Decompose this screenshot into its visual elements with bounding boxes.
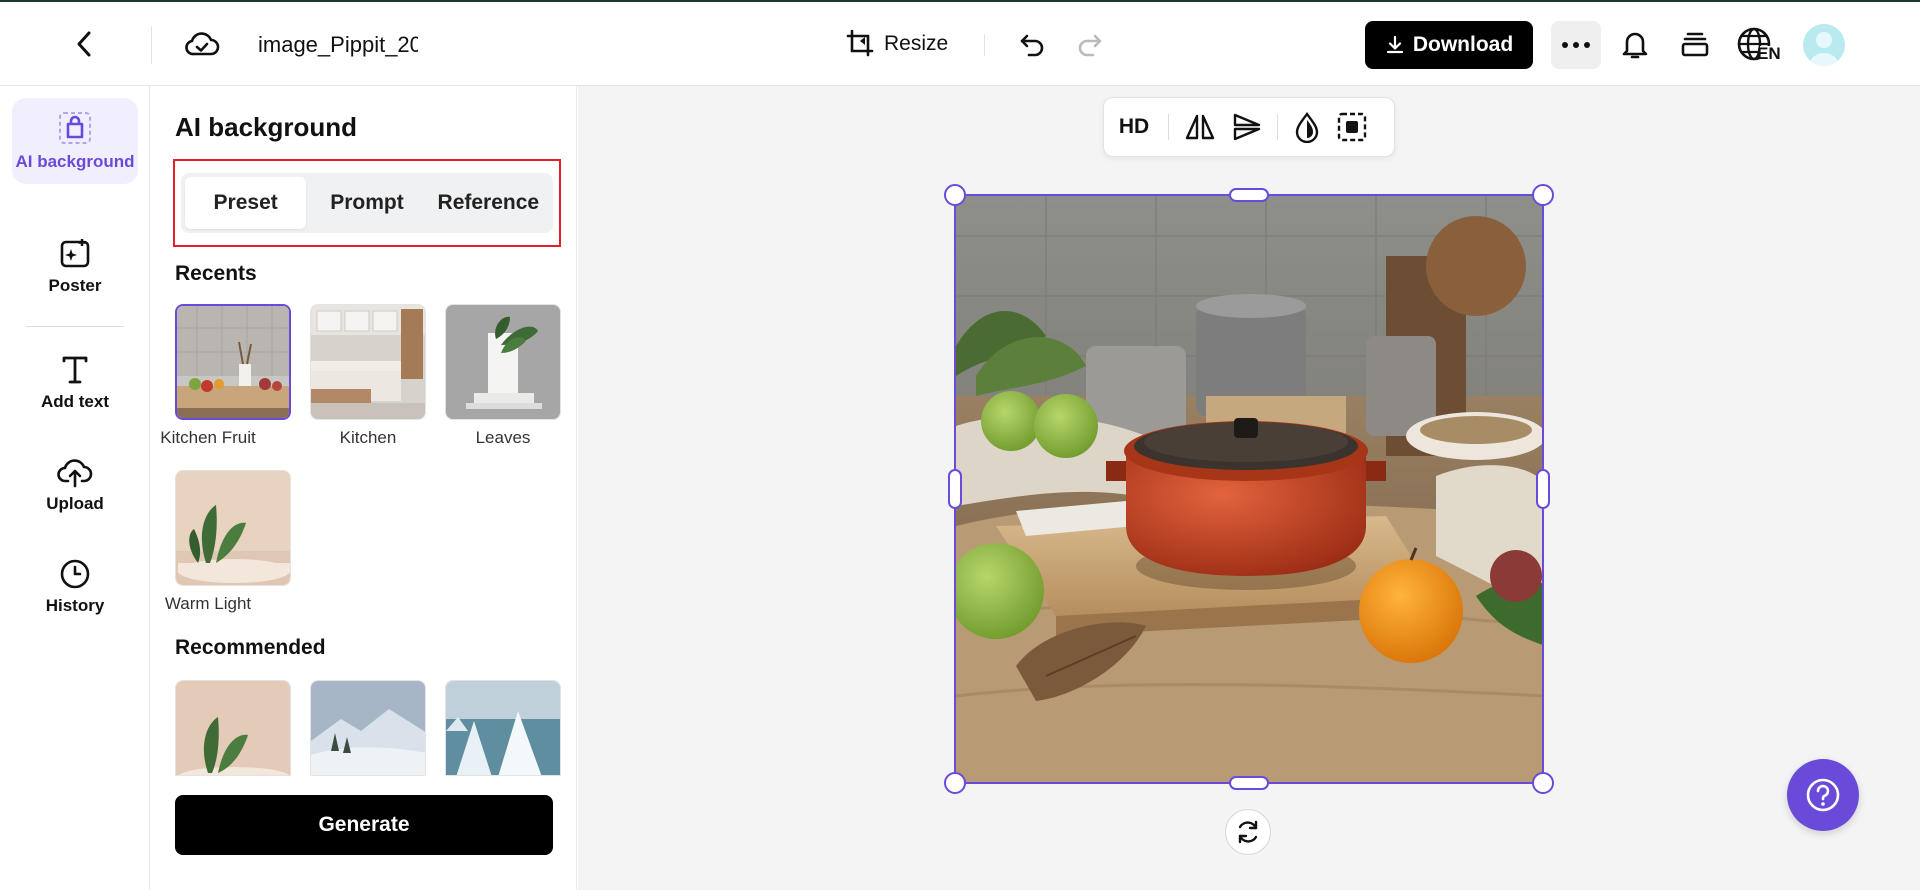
preset-thumb-kitchen-fruit[interactable] xyxy=(175,304,291,420)
tabs-highlight-frame: Preset Prompt Reference xyxy=(173,159,561,247)
canvas-image[interactable] xyxy=(954,194,1544,784)
rail-item-upload[interactable]: Upload xyxy=(12,456,138,514)
recommended-thumb[interactable] xyxy=(310,680,426,776)
tab-preset[interactable]: Preset xyxy=(185,177,307,229)
preset-thumb-warm-light[interactable] xyxy=(175,470,291,586)
language-badge: EN xyxy=(1757,44,1781,63)
ai-background-panel: AI background Preset Prompt Reference Re… xyxy=(151,86,577,890)
divider xyxy=(151,26,152,64)
help-button[interactable] xyxy=(1787,759,1859,831)
rail-item-ai-background[interactable]: AI background xyxy=(12,98,138,185)
kitchen-preview xyxy=(311,305,425,419)
tab-prompt[interactable]: Prompt xyxy=(306,177,427,229)
resize-icon xyxy=(846,29,874,57)
warm-light-preview xyxy=(176,471,290,585)
rail-label: Add text xyxy=(41,392,109,411)
layers-icon xyxy=(1681,32,1709,57)
download-label: Download xyxy=(1412,33,1514,56)
rail-label: Poster xyxy=(48,276,102,295)
avatar-icon xyxy=(1809,32,1839,66)
flip-vertical-icon[interactable] xyxy=(1231,111,1263,143)
clock-icon xyxy=(60,559,90,589)
recommended-preview xyxy=(446,681,560,775)
resize-handle-bottom[interactable] xyxy=(1229,776,1269,790)
thumb-label: Kitchen Fruit xyxy=(160,428,256,447)
recommended-thumb[interactable] xyxy=(175,680,291,776)
resize-button[interactable]: Resize xyxy=(846,24,948,64)
layers-button[interactable] xyxy=(1675,24,1715,64)
recommended-preview xyxy=(311,681,425,775)
undo-icon xyxy=(1020,34,1044,57)
resize-handle-bottom-right[interactable] xyxy=(1532,772,1554,794)
redo-icon xyxy=(1078,34,1102,57)
thumb-label: Leaves xyxy=(475,428,531,447)
resize-handle-top[interactable] xyxy=(1229,188,1269,202)
rail-item-add-text[interactable]: Add text xyxy=(12,354,138,412)
more-dots-icon xyxy=(1562,42,1590,48)
tab-reference[interactable]: Reference xyxy=(428,177,549,229)
rotate-button[interactable] xyxy=(1225,809,1271,855)
rail-label: Upload xyxy=(46,494,104,513)
generate-button[interactable]: Generate xyxy=(175,795,553,855)
question-icon xyxy=(1806,778,1840,812)
download-button[interactable]: Download xyxy=(1365,21,1533,69)
back-button[interactable] xyxy=(64,24,104,64)
panel-title: AI background xyxy=(175,112,358,142)
thumb-label: Kitchen xyxy=(339,428,397,447)
poster-icon xyxy=(60,239,90,268)
more-options-button[interactable] xyxy=(1551,21,1601,69)
resize-handle-top-left[interactable] xyxy=(944,184,966,206)
recents-heading: Recents xyxy=(175,262,257,285)
rail-label: AI background xyxy=(15,152,135,171)
toolbar-divider xyxy=(1168,114,1169,140)
language-button[interactable]: EN xyxy=(1735,24,1785,68)
hd-button[interactable]: HD xyxy=(1114,115,1154,139)
bag-icon xyxy=(59,112,91,144)
rotate-icon xyxy=(1238,820,1258,844)
user-avatar[interactable] xyxy=(1803,24,1845,66)
rail-divider xyxy=(26,326,124,327)
opacity-drop-icon[interactable] xyxy=(1292,111,1322,143)
download-icon xyxy=(1386,35,1403,54)
rail-item-history[interactable]: History xyxy=(12,558,138,616)
notifications-button[interactable] xyxy=(1615,24,1655,64)
kitchen-pot-photo xyxy=(956,196,1542,782)
redo-button[interactable] xyxy=(1070,24,1110,64)
resize-handle-top-right[interactable] xyxy=(1532,184,1554,206)
mode-tabs: Preset Prompt Reference xyxy=(181,173,553,233)
resize-label: Resize xyxy=(884,32,949,55)
resize-handle-right[interactable] xyxy=(1536,469,1550,509)
cloud-sync-button[interactable] xyxy=(180,24,224,64)
top-bar: image_Pippit_20 Resize Download EN xyxy=(0,0,1920,86)
select-subject-icon[interactable] xyxy=(1336,111,1368,143)
preset-thumb-kitchen[interactable] xyxy=(310,304,426,420)
thumb-label: Warm Light xyxy=(164,594,252,613)
toolbar-divider xyxy=(1277,114,1278,140)
bell-icon xyxy=(1622,32,1648,59)
leaves-preview xyxy=(446,305,560,419)
text-t-icon xyxy=(62,356,88,384)
cloud-upload-icon xyxy=(57,459,93,488)
cloud-check-icon xyxy=(185,32,220,56)
divider xyxy=(984,34,985,56)
rail-label: History xyxy=(45,596,105,615)
recommended-heading: Recommended xyxy=(175,636,326,659)
rail-item-poster[interactable]: Poster xyxy=(12,238,138,296)
undo-button[interactable] xyxy=(1012,24,1052,64)
canvas-area: HD xyxy=(578,86,1920,890)
resize-handle-left[interactable] xyxy=(948,469,962,509)
recommended-thumb[interactable] xyxy=(445,680,561,776)
file-name[interactable]: image_Pippit_20 xyxy=(258,32,418,58)
kitchen-fruit-preview xyxy=(177,306,289,418)
left-rail: AI background Poster Add text Upload His… xyxy=(0,86,150,890)
flip-horizontal-icon[interactable] xyxy=(1183,112,1217,142)
preset-thumb-leaves[interactable] xyxy=(445,304,561,420)
chevron-left-icon xyxy=(77,31,91,57)
resize-handle-bottom-left[interactable] xyxy=(944,772,966,794)
recommended-preview xyxy=(176,681,290,775)
image-toolbar: HD xyxy=(1103,97,1395,157)
